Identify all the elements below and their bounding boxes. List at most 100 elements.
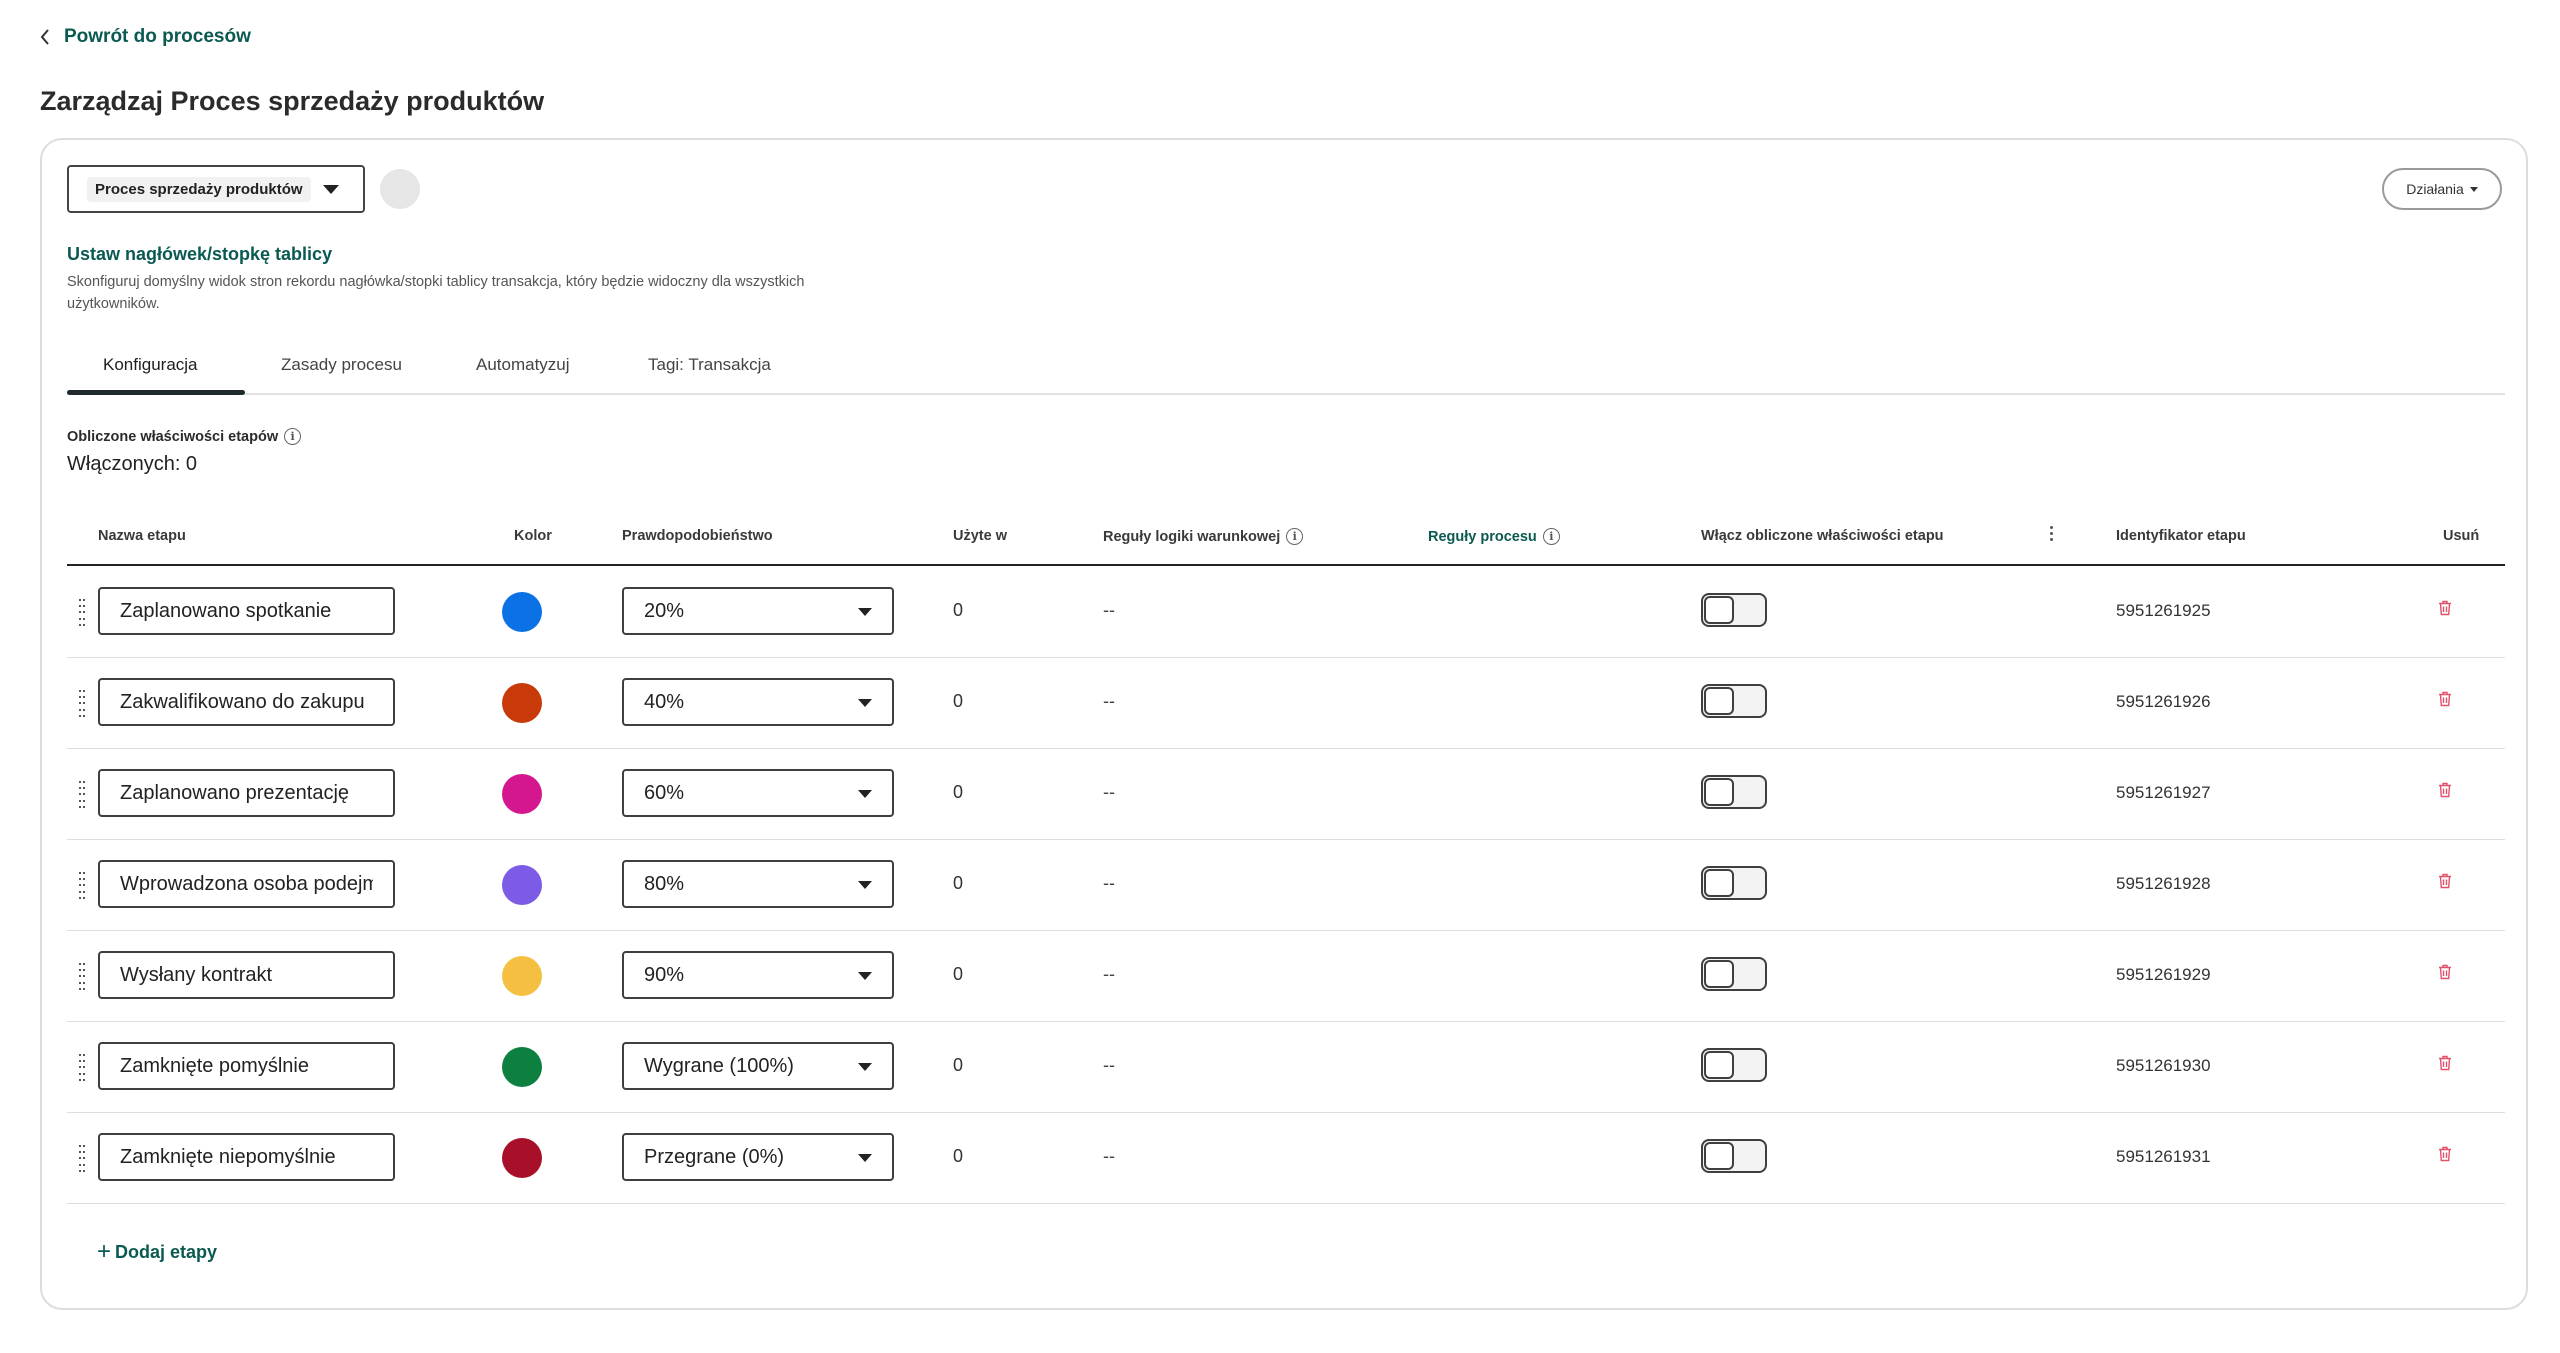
toggle-knob <box>1704 1051 1734 1079</box>
probability-value: Wygrane (100%) <box>644 1054 794 1077</box>
stage-color-swatch[interactable] <box>502 1138 542 1178</box>
header-probability: Prawdopodobieństwo <box>622 528 773 544</box>
header-stage-name-label: Nazwa etapu <box>98 528 186 544</box>
trash-icon[interactable] <box>2438 691 2452 712</box>
stage-name-input[interactable] <box>98 1133 395 1181</box>
enabled-count: Włączonych: 0 <box>67 453 198 475</box>
table-row: 20% 0 -- 5951261925 <box>67 567 2505 658</box>
probability-select[interactable]: 20% <box>622 587 894 635</box>
computed-properties-toggle[interactable] <box>1701 957 1767 991</box>
column-menu-icon[interactable] <box>2048 526 2054 541</box>
logic-rules-value: -- <box>1103 782 1115 802</box>
stage-color-swatch[interactable] <box>502 1047 542 1087</box>
info-icon[interactable]: i <box>1286 528 1304 545</box>
drag-handle-icon[interactable] <box>79 1054 85 1082</box>
trash-icon[interactable] <box>2438 1146 2452 1167</box>
drag-handle-icon[interactable] <box>79 1145 85 1173</box>
computed-properties-toggle[interactable] <box>1701 866 1767 900</box>
stage-name-input[interactable] <box>98 951 395 999</box>
actions-button[interactable]: Działania <box>2382 168 2502 210</box>
header-process-rules-label: Reguły procesu <box>1428 528 1537 545</box>
stage-id: 5951261929 <box>2116 965 2211 984</box>
caret-down-icon <box>858 972 872 980</box>
probability-select[interactable]: 60% <box>622 769 894 817</box>
tab-tags[interactable]: Tagi: Transakcja <box>648 355 771 375</box>
header-enable-computed-label: Włącz obliczone właściwości etapu <box>1701 528 1944 544</box>
header-stage-name: Nazwa etapu <box>98 528 186 544</box>
stage-color-swatch[interactable] <box>502 592 542 632</box>
used-in-count: 0 <box>953 782 964 802</box>
tab-configuration[interactable]: Konfiguracja <box>103 355 198 375</box>
stage-color-swatch[interactable] <box>502 774 542 814</box>
add-stages-button[interactable]: + Dodaj etapy <box>97 1240 217 1264</box>
trash-icon[interactable] <box>2438 873 2452 894</box>
info-icon[interactable]: i <box>1542 528 1560 545</box>
stage-name-input[interactable] <box>98 769 395 817</box>
stage-id: 5951261928 <box>2116 874 2211 893</box>
used-in-count: 0 <box>953 600 964 620</box>
header-logic-rules: Reguły logiki warunkowej i <box>1103 528 1304 545</box>
caret-down-icon <box>2469 186 2478 192</box>
caret-down-icon <box>858 1063 872 1071</box>
table-row: 90% 0 -- 5951261929 <box>67 931 2505 1022</box>
stage-color-swatch[interactable] <box>502 683 542 723</box>
process-color-dot[interactable] <box>380 169 420 209</box>
toggle-knob <box>1704 869 1734 897</box>
drag-handle-icon[interactable] <box>79 781 85 809</box>
header-process-rules[interactable]: Reguły procesu i <box>1428 528 1560 545</box>
drag-handle-icon[interactable] <box>79 963 85 991</box>
back-to-processes-link[interactable]: Powrót do procesów <box>40 26 251 48</box>
logic-rules-value: -- <box>1103 964 1115 984</box>
probability-select[interactable]: Wygrane (100%) <box>622 1042 894 1090</box>
stage-name-input[interactable] <box>98 860 395 908</box>
probability-value: 80% <box>644 872 685 895</box>
toggle-knob <box>1704 596 1734 624</box>
stage-name-input[interactable] <box>98 678 395 726</box>
header-logic-rules-label: Reguły logiki warunkowej <box>1103 528 1281 545</box>
chevron-left-icon <box>40 29 49 45</box>
caret-down-icon <box>858 699 872 707</box>
probability-select[interactable]: 80% <box>622 860 894 908</box>
computed-properties-toggle[interactable] <box>1701 775 1767 809</box>
probability-select[interactable]: Przegrane (0%) <box>622 1133 894 1181</box>
table-row: Wygrane (100%) 0 -- 5951261930 <box>67 1022 2505 1113</box>
header-enable-computed: Włącz obliczone właściwości etapu <box>1701 528 1944 544</box>
toggle-knob <box>1704 778 1734 806</box>
computed-properties-toggle[interactable] <box>1701 684 1767 718</box>
stage-color-swatch[interactable] <box>502 865 542 905</box>
drag-handle-icon[interactable] <box>79 872 85 900</box>
back-link-label: Powrót do procesów <box>64 26 251 47</box>
info-icon[interactable]: i <box>284 428 302 445</box>
process-select[interactable]: Proces sprzedaży produktów <box>67 165 365 213</box>
toggle-knob <box>1704 960 1734 988</box>
probability-select[interactable]: 40% <box>622 678 894 726</box>
add-stages-label: Dodaj etapy <box>115 1241 218 1262</box>
probability-value: 90% <box>644 963 685 986</box>
computed-properties-toggle[interactable] <box>1701 1048 1767 1082</box>
header-delete-label: Usuń <box>2443 528 2480 544</box>
stage-color-swatch[interactable] <box>502 956 542 996</box>
tab-automate[interactable]: Automatyzuj <box>476 355 570 375</box>
header-stage-id-label: Identyfikator etapu <box>2116 528 2246 544</box>
stage-name-input[interactable] <box>98 587 395 635</box>
probability-select[interactable]: 90% <box>622 951 894 999</box>
computed-properties-toggle[interactable] <box>1701 593 1767 627</box>
table-row: Przegrane (0%) 0 -- 5951261931 <box>67 1113 2505 1204</box>
actions-button-label: Działania <box>2406 181 2464 197</box>
trash-icon[interactable] <box>2438 964 2452 985</box>
stage-name-input[interactable] <box>98 1042 395 1090</box>
stage-id: 5951261926 <box>2116 692 2211 711</box>
trash-icon[interactable] <box>2438 1055 2452 1076</box>
trash-icon[interactable] <box>2438 782 2452 803</box>
set-header-footer-link[interactable]: Ustaw nagłówek/stopkę tablicy <box>67 244 332 265</box>
used-in-count: 0 <box>953 1146 964 1166</box>
trash-icon[interactable] <box>2438 600 2452 621</box>
drag-handle-icon[interactable] <box>79 690 85 718</box>
caret-down-icon <box>858 881 872 889</box>
tab-process-rules[interactable]: Zasady procesu <box>281 355 402 375</box>
header-delete: Usuń <box>2443 528 2479 544</box>
probability-value: 20% <box>644 599 685 622</box>
tab-bar: Konfiguracja Zasady procesu Automatyzuj … <box>67 343 2505 395</box>
drag-handle-icon[interactable] <box>79 599 85 627</box>
computed-properties-toggle[interactable] <box>1701 1139 1767 1173</box>
